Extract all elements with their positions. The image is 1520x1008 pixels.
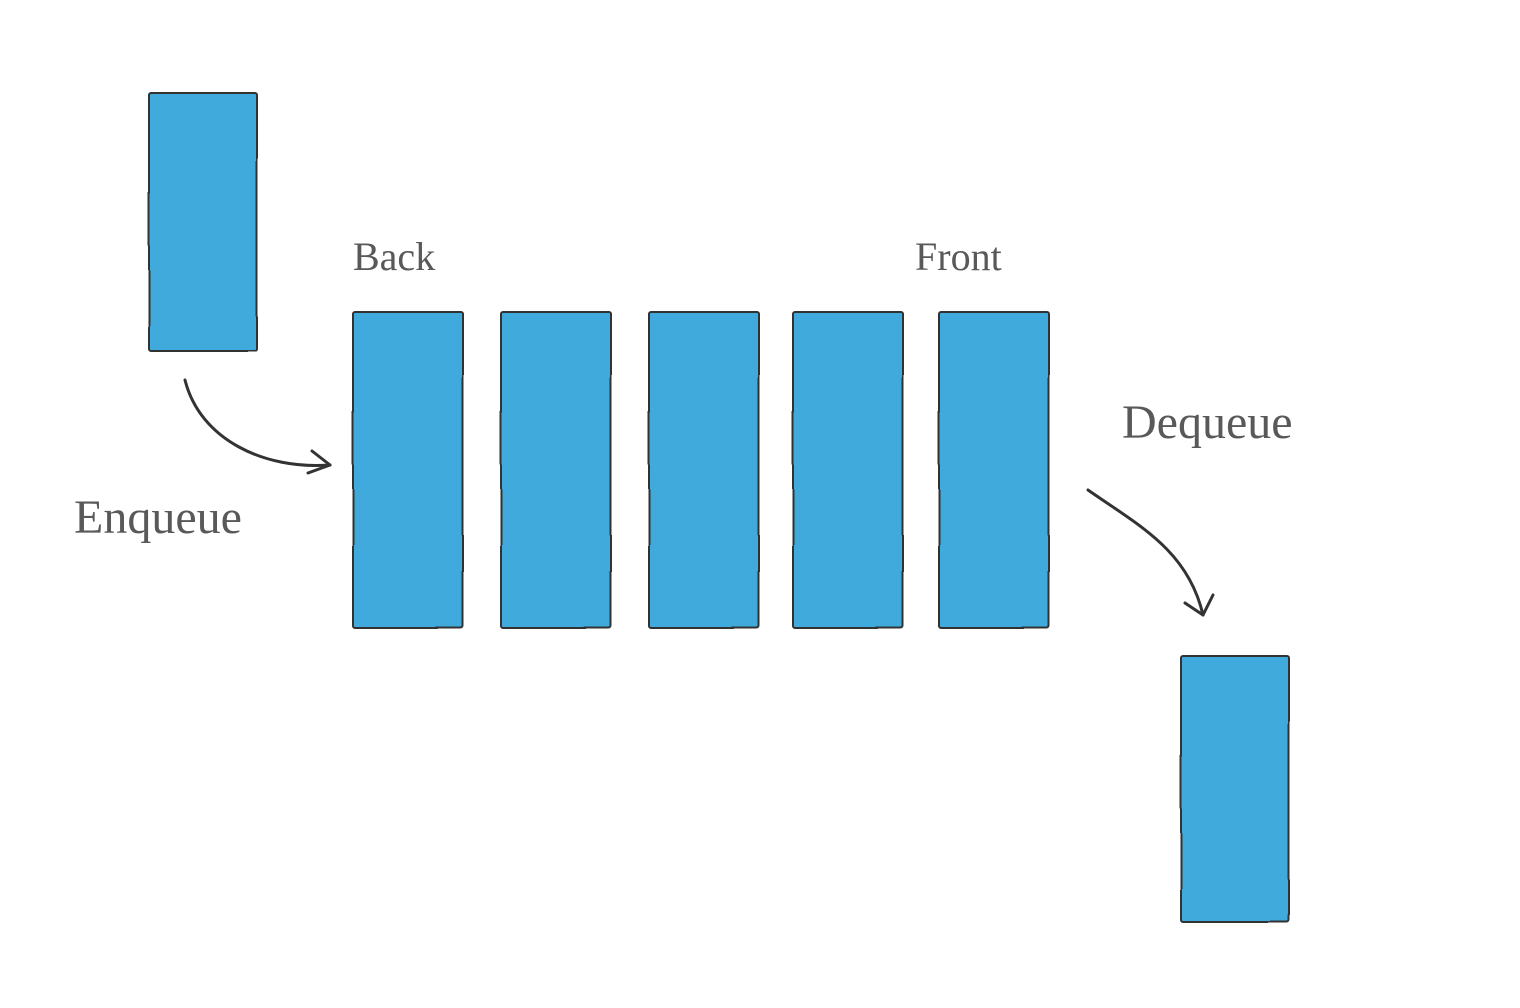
front-label: Front bbox=[915, 233, 1002, 280]
enqueue-label: Enqueue bbox=[74, 490, 242, 545]
back-label: Back bbox=[353, 233, 435, 280]
dequeue-label: Dequeue bbox=[1122, 395, 1293, 450]
queue-block-0 bbox=[352, 311, 464, 629]
incoming-element-block bbox=[148, 92, 258, 352]
queue-block-4 bbox=[938, 311, 1050, 629]
outgoing-element-block bbox=[1180, 655, 1290, 923]
enqueue-arrow-icon bbox=[175, 370, 365, 490]
queue-block-2 bbox=[648, 311, 760, 629]
queue-block-3 bbox=[792, 311, 904, 629]
dequeue-arrow-icon bbox=[1078, 480, 1248, 640]
queue-block-1 bbox=[500, 311, 612, 629]
